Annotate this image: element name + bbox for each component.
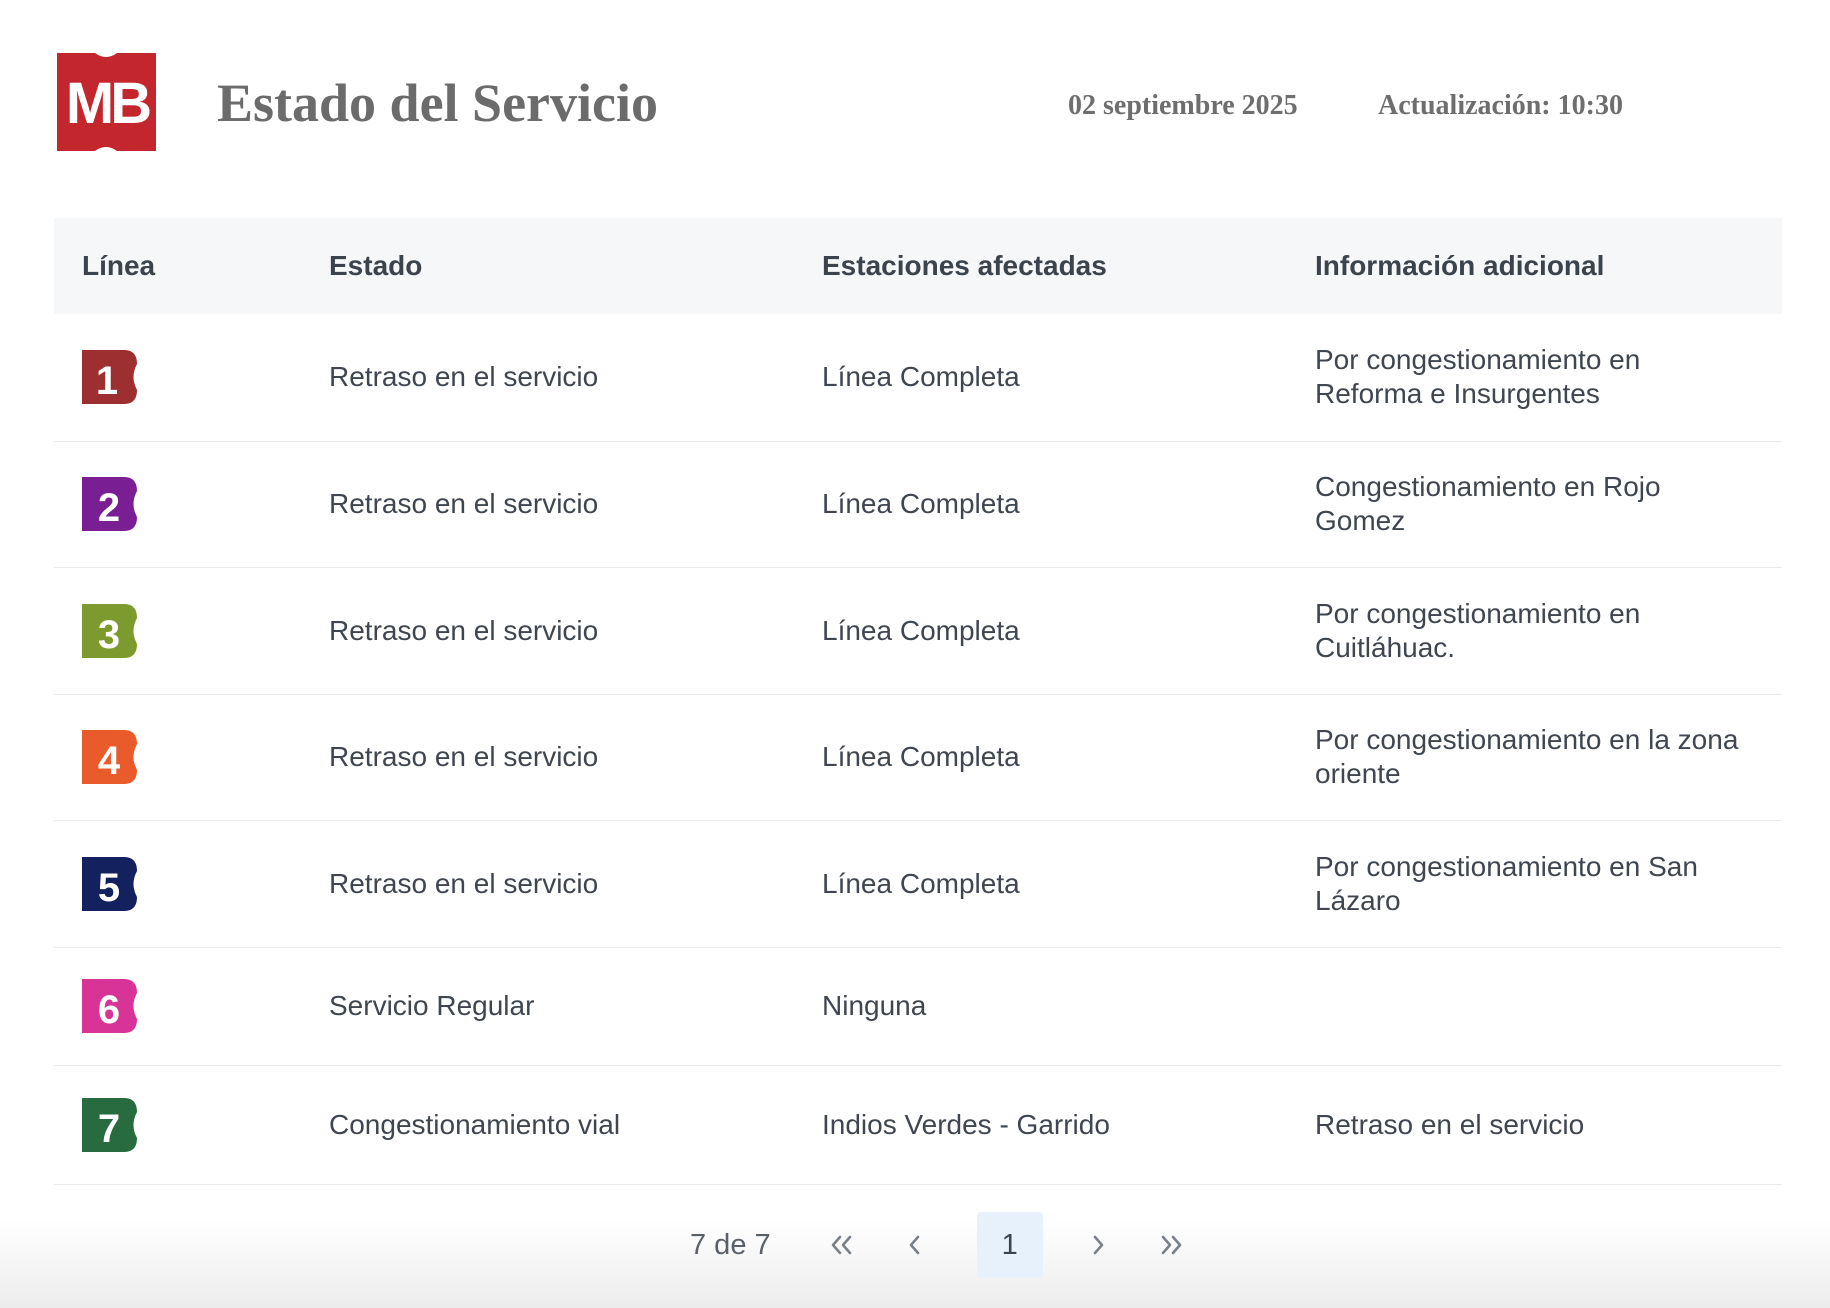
stations-cell: Línea Completa: [822, 741, 1020, 772]
service-status-table: Línea Estado Estaciones afectadas Inform…: [54, 218, 1782, 1185]
info-cell: Por congestionamiento en la zona oriente: [1315, 724, 1739, 789]
chevron-left-icon: [909, 1235, 919, 1255]
svg-text:6: 6: [98, 988, 120, 1032]
pagination-info: 7 de 7: [690, 1228, 771, 1261]
page-1-button[interactable]: 1: [976, 1212, 1043, 1278]
table-row: 4 Retraso en el servicio Línea Completa …: [54, 694, 1782, 820]
first-page-button[interactable]: [817, 1220, 867, 1270]
page: MB Estado del Servicio 02 septiembre 202…: [0, 0, 1830, 1308]
line-1-icon: 1: [82, 350, 137, 405]
column-header-additional-info: Información adicional: [1315, 250, 1605, 281]
status-cell: Congestionamiento vial: [329, 1108, 621, 1140]
last-page-button[interactable]: [1146, 1220, 1196, 1270]
svg-text:4: 4: [98, 739, 121, 783]
stations-cell: Línea Completa: [822, 867, 1020, 899]
stations-cell: Ninguna: [822, 990, 927, 1021]
status-cell: Servicio Regular: [329, 990, 535, 1021]
status-cell: Retraso en el servicio: [329, 361, 599, 393]
info-cell: Por congestionamiento en Reforma e Insur…: [1315, 344, 1641, 410]
table-row: 5 Retraso en el servicio Línea Completa …: [54, 820, 1782, 947]
column-header-line: Línea: [82, 250, 156, 281]
line-6-icon: 6: [82, 979, 137, 1033]
info-cell: Congestionamiento en Rojo Gomez: [1315, 471, 1661, 536]
svg-text:1: 1: [96, 359, 118, 403]
status-cell: Retraso en el servicio: [329, 614, 599, 646]
line-3-icon: 3: [82, 603, 137, 658]
chevron-right-icon: [1093, 1235, 1103, 1255]
header: MB Estado del Servicio 02 septiembre 202…: [0, 0, 1830, 210]
update-time-label: Actualización: 10:30: [1378, 90, 1623, 121]
status-cell: Retraso en el servicio: [329, 741, 599, 772]
stations-cell: Línea Completa: [822, 361, 1020, 393]
column-header-affected-stations: Estaciones afectadas: [822, 250, 1107, 281]
page-title: Estado del Servicio: [217, 73, 658, 133]
status-cell: Retraso en el servicio: [329, 867, 599, 899]
svg-text:3: 3: [98, 613, 120, 657]
line-5-icon: 5: [82, 856, 137, 911]
double-chevron-left-icon: [831, 1235, 851, 1255]
status-cell: Retraso en el servicio: [329, 488, 599, 519]
table-header-row: Línea Estado Estaciones afectadas Inform…: [54, 218, 1782, 314]
table-row: 3 Retraso en el servicio Línea Completa …: [54, 567, 1782, 694]
svg-text:2: 2: [98, 486, 120, 530]
info-cell: [1287, 947, 1782, 1065]
svg-text:5: 5: [98, 866, 120, 910]
stations-cell: Línea Completa: [822, 488, 1020, 519]
info-cell: Retraso en el servicio: [1315, 1108, 1585, 1140]
line-7-icon: 7: [82, 1097, 137, 1152]
info-cell: Por congestionamiento en Cuitláhuac.: [1315, 597, 1641, 663]
date-label: 02 septiembre 2025: [1068, 90, 1298, 121]
table-row: 2 Retraso en el servicio Línea Completa …: [54, 441, 1782, 567]
logo-text: MB: [66, 71, 150, 136]
stations-cell: Línea Completa: [822, 614, 1020, 646]
line-4-icon: 4: [82, 730, 137, 784]
double-chevron-right-icon: [1161, 1235, 1181, 1255]
metrobus-logo: MB: [57, 53, 156, 151]
next-page-button[interactable]: [1073, 1220, 1123, 1270]
stations-cell: Indios Verdes - Garrido: [822, 1108, 1110, 1140]
svg-text:7: 7: [98, 1107, 120, 1151]
pagination: 7 de 7 1: [690, 1212, 1219, 1278]
column-header-status: Estado: [329, 250, 423, 281]
line-2-icon: 2: [82, 477, 137, 531]
previous-page-button[interactable]: [890, 1220, 940, 1270]
table-row: 7 Congestionamiento vial Indios Verdes -…: [54, 1065, 1782, 1184]
info-cell: Por congestionamiento en San Lázaro: [1315, 850, 1698, 916]
table-row: 6 Servicio Regular Ninguna: [54, 947, 1782, 1065]
table-row: 1 Retraso en el servicio Línea Completa …: [54, 314, 1782, 441]
